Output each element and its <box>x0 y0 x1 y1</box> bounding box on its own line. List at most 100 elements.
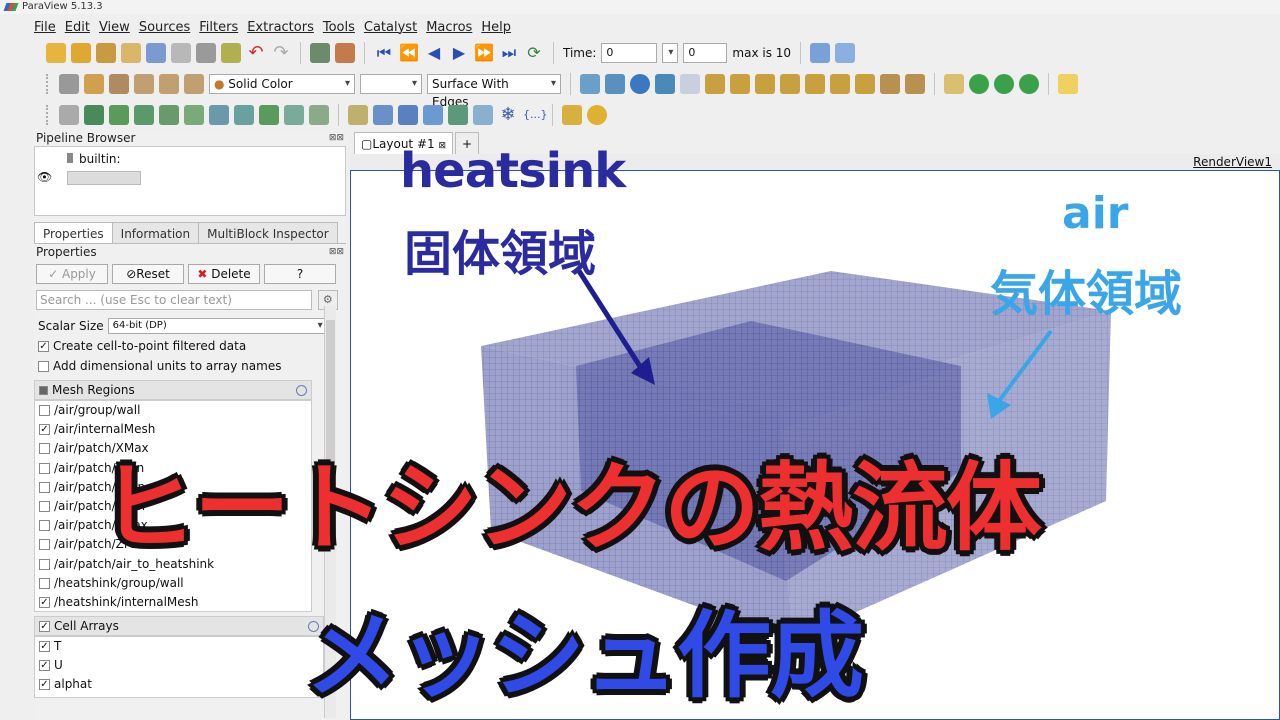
list-item[interactable]: /heatshink/group/wall <box>35 574 311 593</box>
last-frame-icon[interactable]: ⏭ <box>499 43 519 63</box>
disconnect-icon[interactable] <box>146 43 166 63</box>
view-minus-x-icon[interactable] <box>730 74 750 94</box>
coloring-select[interactable]: ● Solid Color <box>209 74 355 94</box>
plot-selection-icon[interactable] <box>373 105 393 125</box>
timestep-spinbox[interactable]: 0 <box>683 43 728 63</box>
reverse-play-icon[interactable]: ◀ <box>424 43 444 63</box>
reset-range-icon[interactable] <box>109 74 129 94</box>
slice-icon[interactable] <box>134 105 154 125</box>
menu-edit[interactable]: Edit <box>65 20 90 35</box>
pipeline-browser[interactable]: builtin: 👁 <box>34 146 346 216</box>
zoom-to-data-icon[interactable] <box>835 43 856 63</box>
option-checkbox[interactable] <box>38 360 49 372</box>
select-block-icon[interactable] <box>1019 74 1039 94</box>
python-shell-icon[interactable]: {...} <box>523 105 548 125</box>
list-item[interactable]: ✓ U <box>35 656 323 675</box>
component-select[interactable] <box>360 74 422 94</box>
menu-macros[interactable]: Macros <box>426 20 472 35</box>
tab-information[interactable]: Information <box>111 222 200 243</box>
menu-help[interactable]: Help <box>481 20 511 35</box>
camera-undo-icon[interactable] <box>310 43 330 63</box>
info-icon[interactable] <box>296 385 307 396</box>
plot-over-line-icon[interactable] <box>348 105 368 125</box>
time-combo[interactable] <box>662 43 679 63</box>
zoom-to-data-2-icon[interactable] <box>680 74 700 94</box>
tab-properties[interactable]: Properties <box>34 222 113 243</box>
previous-frame-icon[interactable]: ⏪ <box>399 43 419 63</box>
tab-multiblock-inspector[interactable]: MultiBlock Inspector <box>198 222 338 243</box>
menu-file[interactable]: File <box>34 20 56 35</box>
dock-buttons[interactable]: ⊠⊠ <box>329 130 344 146</box>
option-row[interactable]: ✓ Create cell-to-point filtered data <box>34 336 346 356</box>
redo-icon[interactable]: ↷ <box>271 43 291 63</box>
python-calculator-icon[interactable] <box>448 105 468 125</box>
pipeline-item-selected[interactable] <box>67 171 141 185</box>
protractor-icon[interactable] <box>587 105 607 125</box>
load-state-icon[interactable] <box>196 43 216 63</box>
first-frame-icon[interactable]: ⏮ <box>374 43 394 63</box>
glyph-icon[interactable] <box>209 105 229 125</box>
delete-button[interactable]: ✖ Delete <box>188 264 260 284</box>
loop-icon[interactable]: ⟳ <box>524 43 544 63</box>
rescale-custom-icon[interactable] <box>134 74 154 94</box>
next-frame-icon[interactable]: ⏩ <box>474 43 494 63</box>
menu-filters[interactable]: Filters <box>199 20 238 35</box>
view-plus-x-icon[interactable] <box>705 74 725 94</box>
color-palette-icon[interactable] <box>335 43 355 63</box>
dock-buttons-2[interactable]: ⊠⊠ <box>329 244 344 260</box>
interaction-mode-icon[interactable] <box>944 74 964 94</box>
stream-tracer-icon[interactable] <box>234 105 254 125</box>
list-item[interactable]: /air/group/wall <box>35 401 311 420</box>
clip-icon[interactable] <box>109 105 129 125</box>
zoom-closest-icon[interactable] <box>655 74 675 94</box>
view-plus-y-icon[interactable] <box>755 74 775 94</box>
reset-button[interactable]: ⊘Reset <box>112 264 184 284</box>
contour-icon[interactable] <box>84 105 104 125</box>
rescale-temporal-icon[interactable] <box>159 74 179 94</box>
list-item[interactable]: ✓ T <box>35 637 323 656</box>
play-icon[interactable]: ▶ <box>449 43 469 63</box>
representation-select[interactable]: Surface With Edges <box>427 74 561 109</box>
reset-camera-icon[interactable] <box>580 74 600 94</box>
properties-search-input[interactable]: Search ... (use Esc to clear text) <box>36 290 312 310</box>
apply-button[interactable]: ✓ Apply <box>36 264 108 284</box>
mesh-regions-header[interactable]: Mesh Regions <box>34 380 312 400</box>
reset-camera-closest-icon[interactable] <box>605 74 625 94</box>
snowflake-icon[interactable]: ❄ <box>498 105 518 125</box>
undo-icon[interactable]: ↶ <box>246 43 266 63</box>
menu-catalyst[interactable]: Catalyst <box>364 20 417 35</box>
histogram-icon[interactable] <box>398 105 418 125</box>
extract-level-icon[interactable] <box>309 105 329 125</box>
recent-folder-icon[interactable] <box>71 43 91 63</box>
zoom-icon[interactable] <box>810 43 831 63</box>
rotate-90-cw-icon[interactable] <box>880 74 900 94</box>
select-cells-icon[interactable] <box>969 74 989 94</box>
cell-arrays-header[interactable]: ✓ Cell Arrays <box>34 616 324 636</box>
calculator-icon[interactable] <box>59 105 79 125</box>
auto-apply-icon[interactable] <box>221 43 241 63</box>
edit-colormap-icon[interactable] <box>84 74 104 94</box>
rescale-visible-icon[interactable] <box>184 74 204 94</box>
help-button[interactable]: ? <box>264 264 336 284</box>
extract-subset-icon[interactable] <box>184 105 204 125</box>
menu-sources[interactable]: Sources <box>139 20 190 35</box>
save-state-icon[interactable] <box>171 43 191 63</box>
pipeline-root[interactable]: builtin: <box>67 151 121 167</box>
view-minus-y-icon[interactable] <box>780 74 800 94</box>
save-data-icon[interactable] <box>96 43 116 63</box>
integrate-variables-icon[interactable] <box>423 105 443 125</box>
menu-tools[interactable]: Tools <box>323 20 355 35</box>
list-item[interactable]: ✓/heatshink/internalMesh <box>35 593 311 612</box>
time-value-input[interactable]: 0 <box>601 43 658 63</box>
zoom-to-box-icon[interactable] <box>630 74 650 94</box>
scalar-size-select[interactable]: 64-bit (DP) <box>107 318 328 334</box>
particle-tracer-icon[interactable] <box>473 105 493 125</box>
open-folder-icon[interactable] <box>46 43 66 63</box>
cell-arrays-toggle[interactable]: ✓ <box>39 620 50 632</box>
warp-vector-icon[interactable] <box>259 105 279 125</box>
list-item[interactable]: ✓ alphat <box>35 675 323 694</box>
visibility-eye-icon[interactable]: 👁 <box>37 169 52 185</box>
view-plus-z-icon[interactable] <box>805 74 825 94</box>
option-row[interactable]: Add dimensional units to array names <box>34 356 346 376</box>
toggle-color-legend-icon[interactable] <box>59 74 79 94</box>
